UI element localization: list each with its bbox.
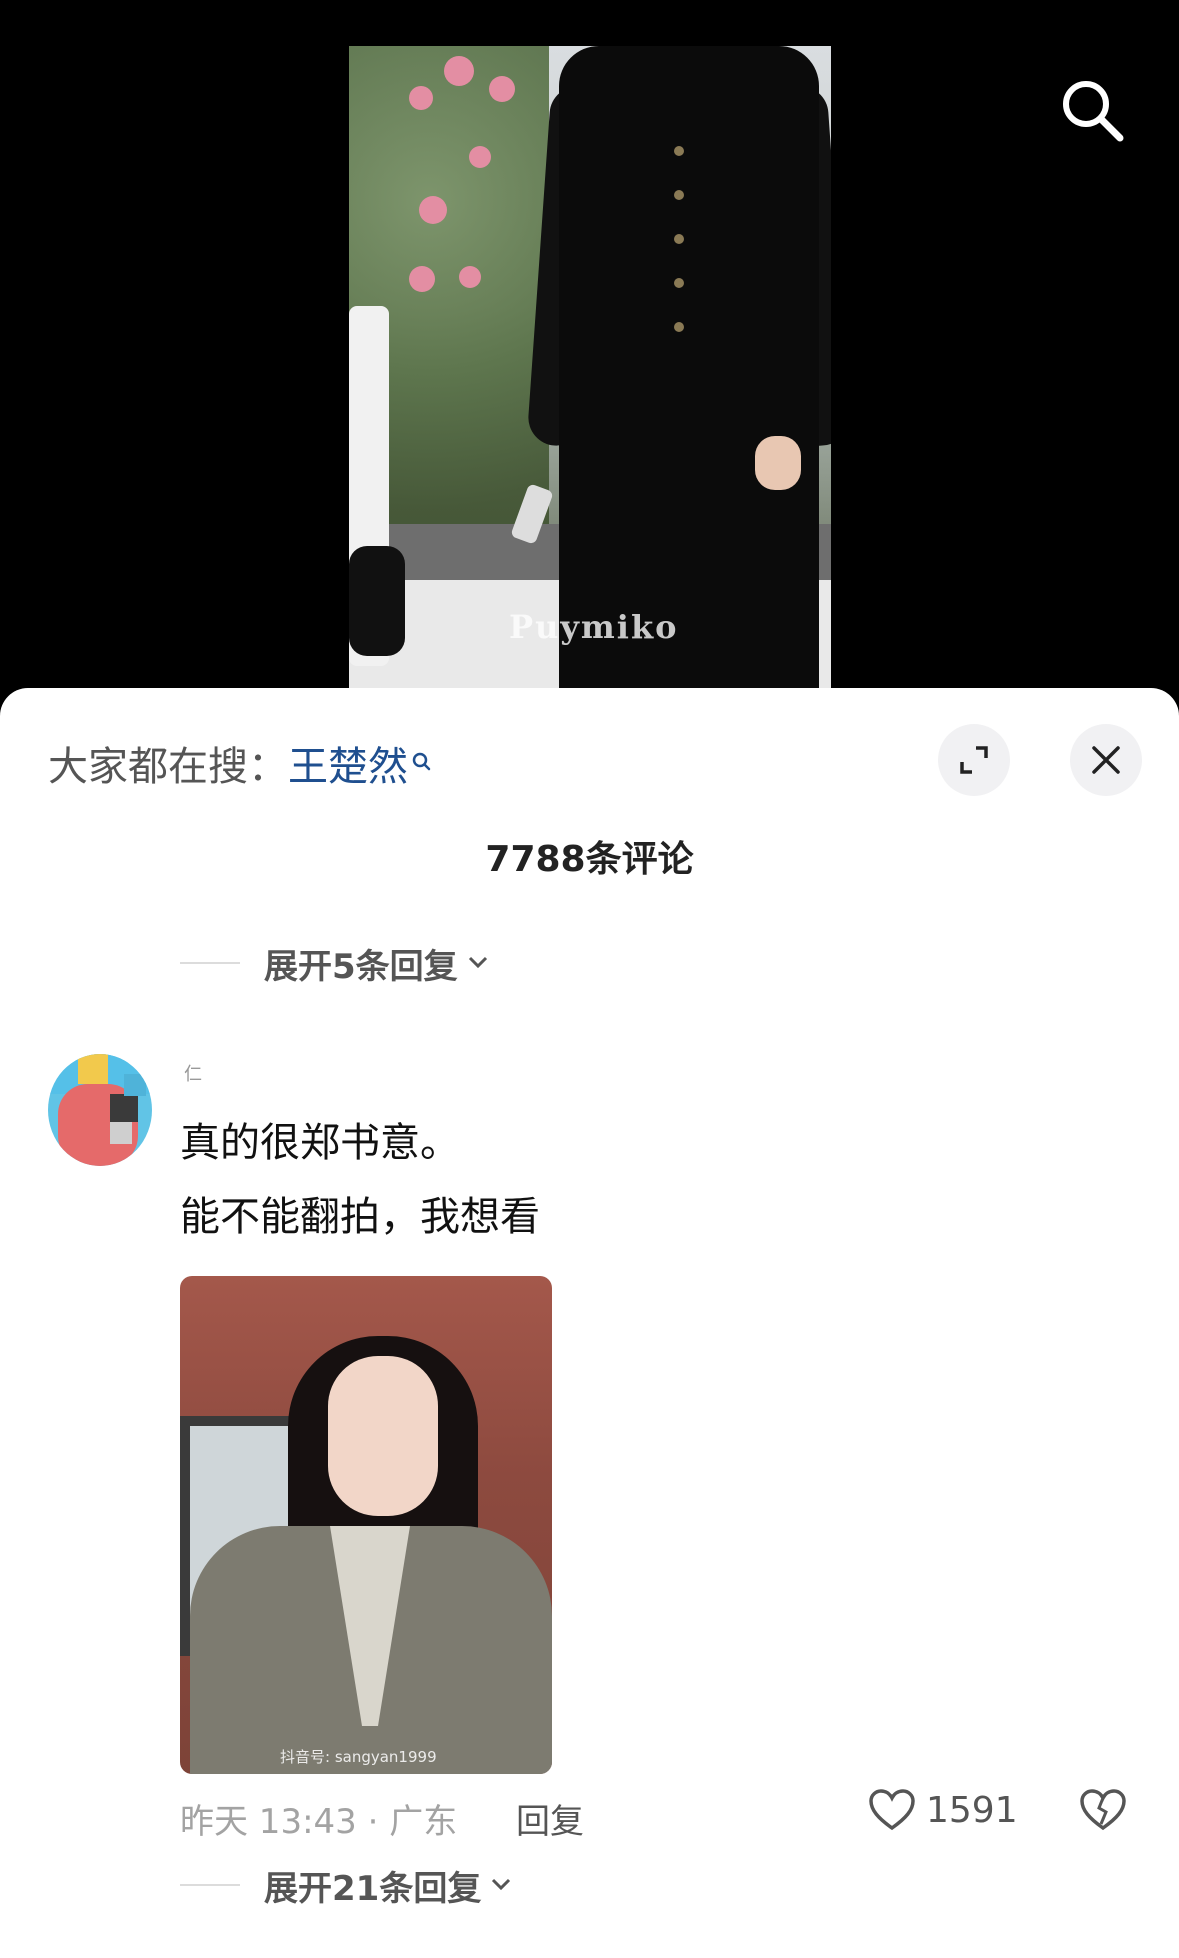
hot-search-prefix: 大家都在搜： — [48, 744, 288, 790]
like-button[interactable]: 1591 — [868, 1788, 1018, 1832]
heart-icon — [869, 1789, 915, 1831]
expand-icon — [960, 746, 988, 774]
coat-button — [674, 146, 684, 156]
chevron-down-icon — [466, 943, 490, 983]
search-icon[interactable] — [1058, 76, 1128, 146]
expand-button[interactable] — [938, 724, 1010, 796]
expand-replies-label: 展开21条回复 — [264, 1868, 482, 1909]
avatar-block — [124, 1074, 146, 1096]
image-watermark: 抖音号: sangyan1999 — [280, 1748, 437, 1766]
hand — [755, 436, 801, 490]
bag — [349, 546, 405, 656]
avatar-block — [78, 1054, 108, 1084]
expand-replies-button[interactable]: 展开5条回复 — [180, 938, 490, 988]
broken-heart-icon — [1080, 1789, 1126, 1831]
expand-replies-button[interactable]: 展开21条回复 — [180, 1860, 513, 1910]
divider-line — [180, 962, 240, 964]
expand-replies-label: 展开5条回复 — [264, 946, 458, 987]
avatar-block — [110, 1094, 138, 1122]
comment-time-location: 昨天 13:43 · 广东 — [180, 1802, 458, 1842]
comment-image[interactable]: 抖音号: sangyan1999 — [180, 1276, 552, 1774]
comment-text: 真的很郑书意。 能不能翻拍，我想看 — [180, 1106, 540, 1254]
close-button[interactable] — [1070, 724, 1142, 796]
comment-count-title: 7788条评论 — [485, 839, 694, 880]
username[interactable]: 仁 — [184, 1060, 202, 1086]
coat-button — [674, 234, 684, 244]
hot-search-keyword[interactable]: 王楚然 — [288, 744, 408, 790]
comment-line: 能不能翻拍，我想看 — [180, 1194, 540, 1240]
rose — [469, 146, 491, 168]
coat-button — [674, 278, 684, 288]
rose — [459, 266, 481, 288]
rose — [409, 86, 433, 110]
close-icon — [1092, 746, 1120, 774]
image-face — [328, 1356, 438, 1516]
video-frame[interactable]: Puymiko — [349, 46, 831, 700]
hot-search-bar: 大家都在搜：王楚然 — [48, 734, 432, 792]
coat-button — [674, 190, 684, 200]
rose — [489, 76, 515, 102]
rose — [409, 266, 435, 292]
video-watermark: Puymiko — [509, 608, 679, 646]
rose — [444, 56, 474, 86]
coat-button — [674, 322, 684, 332]
rose — [419, 196, 447, 224]
black-coat — [559, 46, 819, 700]
woman-in-black — [526, 46, 831, 700]
video-area[interactable]: Puymiko — [0, 0, 1179, 700]
comments-sheet: 大家都在搜：王楚然 7788条评论 展开5条回复 仁 真的很郑书意。 能不能翻拍… — [0, 688, 1179, 1958]
dislike-button[interactable] — [1078, 1788, 1128, 1836]
small-search-icon[interactable] — [412, 738, 432, 784]
comment-line: 真的很郑书意。 — [180, 1120, 460, 1166]
like-count: 1591 — [926, 1789, 1018, 1831]
avatar-block — [110, 1122, 132, 1144]
divider-line — [180, 1884, 240, 1886]
chevron-down-icon — [489, 1865, 513, 1905]
reply-button[interactable]: 回复 — [516, 1794, 584, 1843]
avatar[interactable] — [48, 1054, 152, 1166]
